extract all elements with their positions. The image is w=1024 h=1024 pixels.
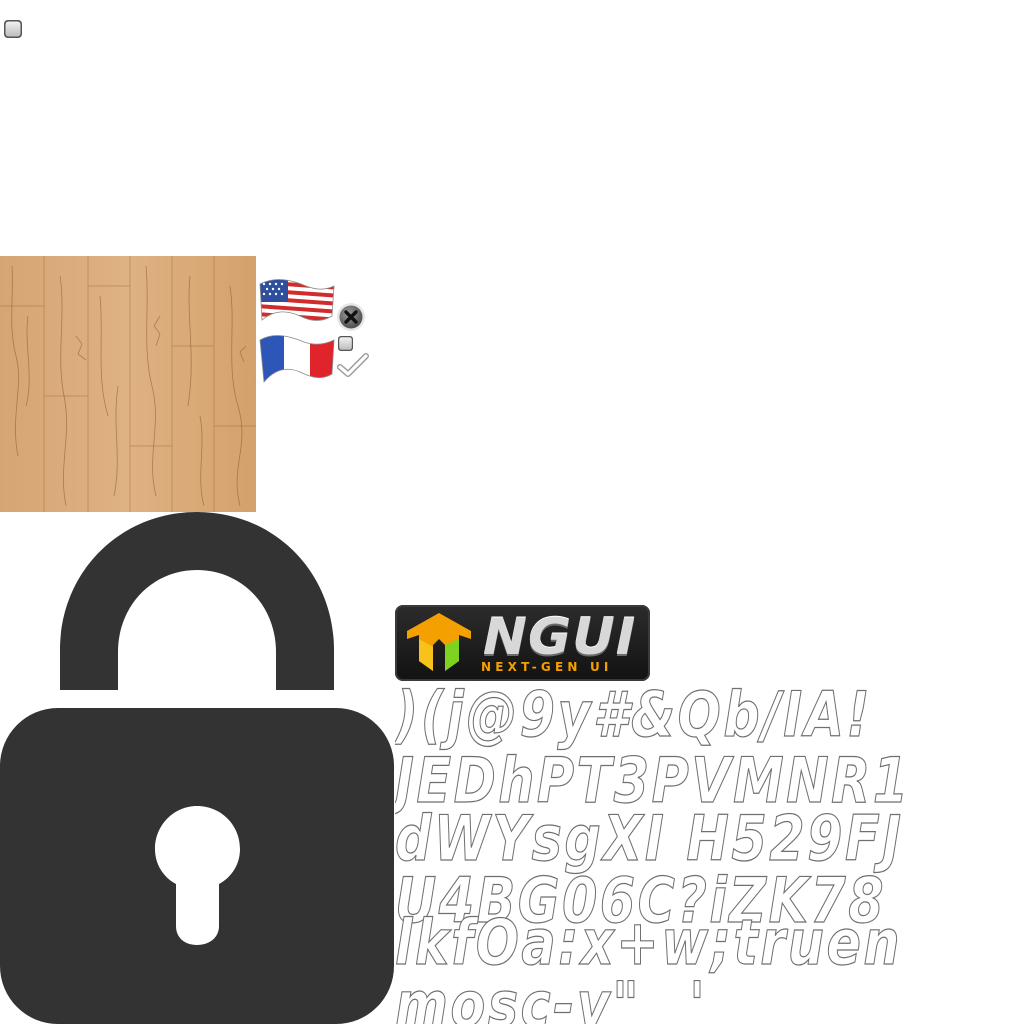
wood-texture <box>0 256 256 512</box>
glyph-row: mosc-v" _' <box>395 968 728 1024</box>
logo-wordmark: NGUI <box>483 608 637 666</box>
texture-atlas: NGUI NEXT-GEN UI )(j@9y#&Qb/IA! JEDhPT3P… <box>0 0 1024 1024</box>
logo-tagline: NEXT-GEN UI <box>481 660 613 674</box>
checkbox-icon[interactable] <box>3 19 23 39</box>
font-glyph-atlas: )(j@9y#&Qb/IA! JEDhPT3PVMNR1 dWYsgXI H52… <box>395 680 915 1024</box>
ngui-logo: NGUI NEXT-GEN UI <box>395 605 650 681</box>
lock-icon <box>0 512 394 1024</box>
close-icon[interactable] <box>335 301 367 333</box>
wood-planks-image <box>0 256 256 512</box>
glyph-row: )(j@9y#&Qb/IA! <box>395 680 873 751</box>
checkbox-icon[interactable] <box>337 335 354 352</box>
checkmark-icon <box>337 353 369 377</box>
france-flag-icon <box>259 335 335 383</box>
us-flag-icon <box>259 279 335 321</box>
ngui-logo-mark <box>407 613 471 671</box>
